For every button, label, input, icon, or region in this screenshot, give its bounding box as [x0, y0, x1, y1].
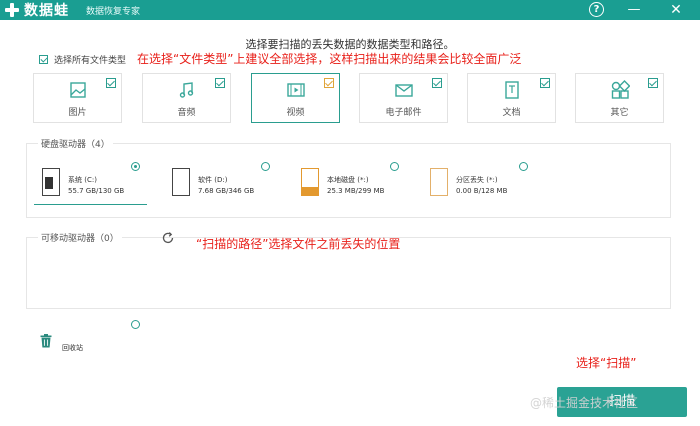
drive-name: 系统 (C:): [68, 176, 97, 184]
type-card-image[interactable]: 图片: [33, 73, 122, 123]
drive-d-radio[interactable]: [261, 162, 270, 171]
drive-c[interactable]: 系统 (C:) 55.7 GB/130 GB: [42, 166, 152, 206]
select-all-label: 选择所有文件类型: [54, 56, 127, 66]
recycle-bin-label: 回收站: [62, 344, 83, 352]
video-icon: [286, 83, 305, 97]
removable-section-title: 可移动驱动器（0）: [38, 231, 122, 244]
music-icon: [179, 82, 193, 98]
drive-name: 软件 (D:): [198, 176, 228, 184]
type-name: 其它: [610, 108, 629, 118]
type-name: 文档: [502, 108, 521, 118]
close-icon[interactable]: ✕: [668, 2, 684, 18]
type-name: 视频: [286, 108, 305, 118]
drive-icon: [301, 168, 319, 196]
type-checkbox[interactable]: [648, 78, 658, 88]
minimize-icon[interactable]: —: [626, 2, 642, 18]
type-checkbox[interactable]: [432, 78, 442, 88]
drive-name: 本地磁盘 (*:): [327, 176, 369, 184]
drive-fill: [45, 177, 53, 189]
type-name: 电子邮件: [385, 108, 422, 118]
selected-underline: [34, 204, 147, 205]
annotation-file-types: 在选择“文件类型”上建议全部选择，这样扫描出来的结果会比较全面广泛: [137, 52, 522, 66]
help-icon[interactable]: ?: [589, 2, 604, 17]
disk-section-title: 硬盘驱动器（4）: [38, 137, 113, 150]
type-card-document[interactable]: 文档: [467, 73, 556, 123]
drive-local-radio[interactable]: [390, 162, 399, 171]
drive-icon: [430, 168, 448, 196]
drive-size: 7.68 GB/346 GB: [198, 187, 255, 195]
type-card-email[interactable]: 电子邮件: [359, 73, 448, 123]
type-checkbox[interactable]: [324, 78, 334, 88]
drive-size: 55.7 GB/130 GB: [68, 187, 125, 195]
image-icon: [69, 82, 86, 98]
drive-size: 25.3 MB/299 MB: [327, 187, 385, 195]
drive-lost-partition[interactable]: 分区丢失 (*:) 0.00 B/128 MB: [430, 166, 540, 206]
annotation-path: “扫描的路径”选择文件之前丢失的位置: [196, 237, 401, 251]
drive-lost-radio[interactable]: [519, 162, 528, 171]
drive-fill: [302, 187, 318, 195]
refresh-icon[interactable]: [161, 231, 175, 245]
checkbox-icon[interactable]: [39, 55, 48, 64]
app-subtitle: 数据恢复专家: [86, 7, 141, 17]
logo-cross-icon: [4, 2, 20, 18]
type-checkbox[interactable]: [215, 78, 225, 88]
other-icon: [611, 80, 630, 99]
drive-d[interactable]: 软件 (D:) 7.68 GB/346 GB: [172, 166, 282, 206]
email-icon: [394, 84, 413, 97]
app-name: 数据蛙: [24, 3, 69, 19]
type-checkbox[interactable]: [540, 78, 550, 88]
app-logo: 数据蛙: [4, 2, 69, 19]
drive-c-radio[interactable]: [131, 162, 140, 171]
document-icon: [504, 81, 519, 99]
type-name: 音频: [177, 108, 196, 118]
type-card-audio[interactable]: 音频: [142, 73, 231, 123]
type-checkbox[interactable]: [106, 78, 116, 88]
drive-local[interactable]: 本地磁盘 (*:) 25.3 MB/299 MB: [301, 166, 411, 206]
recycle-bin-radio[interactable]: [131, 320, 140, 329]
annotation-scan: 选择“扫描”: [576, 356, 637, 370]
watermark: @稀土掘金技术社区: [530, 396, 639, 410]
drive-icon: [172, 168, 190, 196]
drive-name: 分区丢失 (*:): [456, 176, 498, 184]
type-card-other[interactable]: 其它: [575, 73, 664, 123]
drive-size: 0.00 B/128 MB: [456, 187, 508, 195]
type-card-video[interactable]: 视频: [251, 73, 340, 123]
trash-icon[interactable]: [40, 334, 52, 348]
drive-icon: [42, 168, 60, 196]
select-all-checkbox[interactable]: 选择所有文件类型: [39, 53, 126, 66]
type-name: 图片: [68, 108, 87, 118]
title-bar: 数据蛙 数据恢复专家 ? — ✕: [0, 0, 700, 20]
